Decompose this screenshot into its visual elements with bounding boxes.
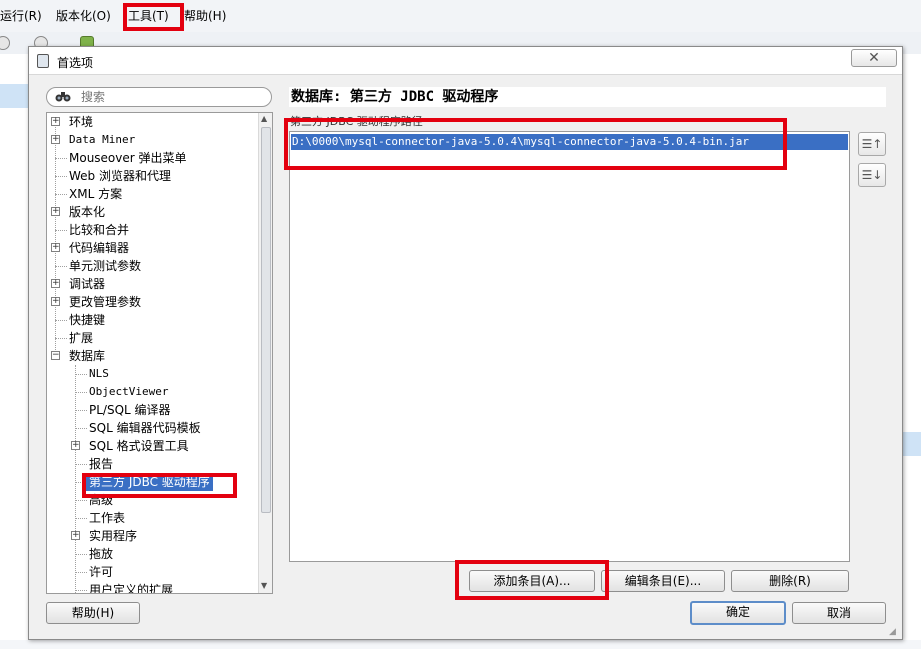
move-up-button[interactable]: ☰↑ [858, 132, 886, 156]
move-down-button[interactable]: ☰↓ [858, 163, 886, 187]
tree-guide [55, 230, 67, 231]
tree-node-debugger[interactable]: 调试器 [69, 275, 105, 293]
binoculars-icon [55, 90, 71, 106]
tree-node-advanced[interactable]: 高级 [89, 491, 113, 509]
background-panel [0, 84, 30, 108]
delete-button[interactable]: 删除(R) [731, 570, 849, 592]
scrollbar-thumb[interactable] [261, 127, 271, 513]
tree-node-sql-formatter[interactable]: SQL 格式设置工具 [89, 437, 189, 455]
expand-icon[interactable]: + [51, 207, 60, 216]
expand-icon[interactable]: + [51, 243, 60, 252]
tree-node-environment[interactable]: 环境 [69, 113, 93, 131]
tree-node-code-editor[interactable]: 代码编辑器 [69, 239, 129, 257]
collapse-icon[interactable]: − [51, 351, 60, 360]
tree-guide [55, 194, 67, 195]
tree-guide [75, 464, 87, 465]
tree-node-unit-test[interactable]: 单元测试参数 [69, 257, 141, 275]
tree-node-web-browser[interactable]: Web 浏览器和代理 [69, 167, 171, 185]
panel-title: 数据库: 第三方 JDBC 驱动程序 [289, 87, 886, 107]
tree-node-sql-editor-templates[interactable]: SQL 编辑器代码模板 [89, 419, 201, 437]
tree-guide [75, 500, 87, 501]
tree-guide [55, 158, 67, 159]
expand-icon[interactable]: + [71, 441, 80, 450]
database-icon [37, 54, 49, 68]
dialog-title: 首选项 [57, 56, 94, 70]
expand-icon[interactable]: + [51, 135, 60, 144]
tree-guide [75, 554, 87, 555]
add-entry-button[interactable]: 添加条目(A)... [469, 570, 595, 592]
tree-guide [75, 590, 87, 591]
tree-guide [75, 410, 87, 411]
preferences-dialog: 首选项 ✕ + 环境 + Data Miner Mouseover 弹出菜单 W… [28, 46, 903, 640]
tree-node-third-party-jdbc[interactable]: 第三方 JDBC 驱动程序 [86, 473, 213, 491]
tree-guide [75, 392, 87, 393]
tree-guide [75, 518, 87, 519]
tree-node-plsql-compiler[interactable]: PL/SQL 编译器 [89, 401, 171, 419]
tree-node-nls[interactable]: NLS [89, 365, 109, 383]
background-panel [900, 432, 921, 456]
scroll-down-icon[interactable]: ▼ [261, 581, 267, 590]
scroll-up-icon[interactable]: ▲ [261, 114, 267, 123]
tree-node-drag-drop[interactable]: 拖放 [89, 545, 113, 563]
tree-node-data-miner[interactable]: Data Miner [69, 131, 135, 149]
tree-guide [55, 320, 67, 321]
expand-icon[interactable]: + [51, 117, 60, 126]
tree-scrollbar[interactable]: ▲ ▼ [258, 113, 272, 593]
close-button[interactable]: ✕ [851, 49, 897, 67]
expand-icon[interactable]: + [71, 531, 80, 540]
cancel-button[interactable]: 取消 [792, 602, 886, 624]
search-input[interactable] [79, 89, 265, 105]
tree-guide [75, 572, 87, 573]
ok-button[interactable]: 确定 [690, 601, 786, 625]
tree-node-database[interactable]: 数据库 [69, 347, 105, 365]
tree-node-reports[interactable]: 报告 [89, 455, 113, 473]
resize-grip-icon[interactable]: ◢ [889, 627, 896, 637]
tree-node-extensions[interactable]: 扩展 [69, 329, 93, 347]
driver-path-list[interactable]: D:\0000\mysql-connector-java-5.0.4\mysql… [289, 131, 850, 562]
expand-icon[interactable]: + [51, 279, 60, 288]
driver-path-label: 第三方 JDBC 驱动程序路径 [290, 115, 423, 128]
tree-node-objectviewer[interactable]: ObjectViewer [89, 383, 168, 401]
dialog-titlebar: 首选项 ✕ [29, 47, 902, 75]
list-item[interactable]: D:\0000\mysql-connector-java-5.0.4\mysql… [291, 134, 848, 150]
tree-node-mouseover[interactable]: Mouseover 弹出菜单 [69, 149, 187, 167]
menu-run[interactable]: 运行(R) [0, 7, 42, 24]
search-field[interactable] [46, 87, 272, 107]
tree-node-versioning[interactable]: 版本化 [69, 203, 105, 221]
tree-node-worksheet[interactable]: 工作表 [89, 509, 125, 527]
tree-node-change-management[interactable]: 更改管理参数 [69, 293, 141, 311]
menu-tools[interactable]: 工具(T) [128, 7, 169, 24]
preferences-tree: + 环境 + Data Miner Mouseover 弹出菜单 Web 浏览器… [46, 112, 273, 594]
menu-bar: 运行(R) 版本化(O) 工具(T) 帮助(H) [0, 0, 921, 32]
tree-node-utilities[interactable]: 实用程序 [89, 527, 137, 545]
tree-node-shortcut-keys[interactable]: 快捷键 [69, 311, 105, 329]
help-button[interactable]: 帮助(H) [46, 602, 140, 624]
menu-versioning[interactable]: 版本化(O) [56, 7, 111, 24]
tree-node-compare-merge[interactable]: 比较和合并 [69, 221, 129, 239]
expand-icon[interactable]: + [51, 297, 60, 306]
tree-guide [55, 176, 67, 177]
background-panel [0, 640, 921, 649]
tree-node-license[interactable]: 许可 [89, 563, 113, 581]
tree-guide [75, 374, 87, 375]
tree-node-xml-schema[interactable]: XML 方案 [69, 185, 122, 203]
tree-guide [75, 428, 87, 429]
edit-entry-button[interactable]: 编辑条目(E)... [601, 570, 725, 592]
tree-guide [55, 266, 67, 267]
tree-node-user-defined-extensions[interactable]: 用户定义的扩展 [89, 581, 173, 593]
tree-guide [55, 338, 67, 339]
tree-guide [75, 365, 76, 593]
menu-help[interactable]: 帮助(H) [184, 7, 226, 24]
